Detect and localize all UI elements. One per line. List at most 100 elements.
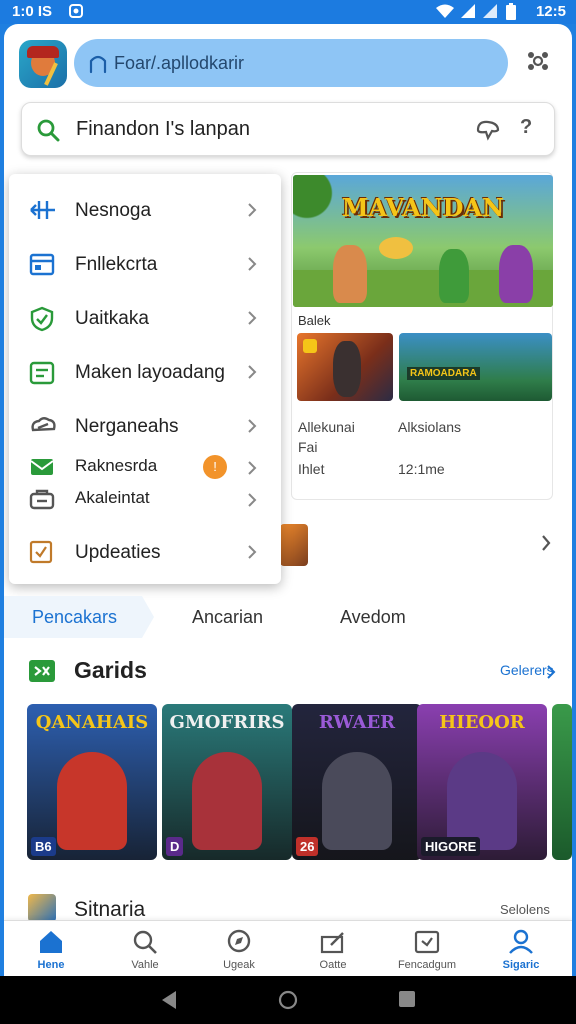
section-icon [28,894,56,922]
status-time-right: 12:5 [535,3,566,20]
home-button-icon[interactable] [278,990,298,1010]
inbox-icon [414,930,440,954]
nav-item-edit[interactable]: Oatte [286,921,380,976]
menu-item-3[interactable]: Maken layoadang [9,350,281,394]
menu-item-0[interactable]: Nesnoga [9,188,281,232]
nav-item-profile[interactable]: Sigaric [474,921,568,976]
game-title: HIEOOR [439,712,525,733]
game-card[interactable]: GMOFRIRS D [162,704,292,860]
home-icon [40,931,62,953]
search-input[interactable]: Finandon I's lanpan [76,118,250,141]
search-icon [37,119,60,142]
logo-hat [27,46,59,58]
search-bar[interactable]: Finandon I's lanpan ? [21,102,555,156]
chevron-right-icon [248,257,257,271]
game-card-partial[interactable] [552,704,572,860]
menu-item-label: Fnllekcrta [75,254,158,275]
section-title: Sitnaria [74,898,146,921]
chevron-right-icon[interactable] [546,664,556,680]
game-badge: B6 [31,837,56,856]
hero-character [333,245,367,303]
calendar-icon [29,253,55,276]
row-thumbnail[interactable] [280,524,308,566]
menu-item-6[interactable]: Akaleintat [9,478,281,522]
menu-item-label: Uaitkaka [75,308,149,329]
chevron-right-icon [248,203,257,217]
gamepad-icon [29,660,55,682]
game-character [322,752,392,850]
section-more-link[interactable]: Selolens [500,902,550,917]
chevron-right-icon [248,365,257,379]
menu-item-label: Nerganeahs [75,416,179,437]
featured-hero-image[interactable]: MAVANDAN [293,175,553,307]
wifi-icon [436,4,454,18]
list-icon [29,361,55,385]
bottom-navigation: Hene Vahle Ugeak Oatte Fencadgum Sigaric [4,920,572,976]
grid-icon [30,201,55,219]
thumbnail-title: RAMOADARA [407,367,480,380]
game-card[interactable]: RWAER 26 [292,704,422,860]
recents-icon[interactable] [398,990,416,1008]
tab-avedom[interactable]: Avedom [340,596,406,638]
status-time-left: 1:0 IS [12,3,53,20]
status-bar: 1:0 IS 12:5 [0,0,576,24]
menu-item-2[interactable]: Uaitkaka [9,296,281,340]
menu-item-7[interactable]: Updeaties [9,530,281,574]
featured-label: Balek [298,313,331,328]
game-badge: D [166,837,184,856]
search-icon [133,930,157,954]
menu-item-4[interactable]: Nerganeahs [9,404,281,448]
section-header: Sitnaria Selolens [4,892,572,922]
featured-thumbnail[interactable] [297,333,393,401]
nav-item-explore[interactable]: Ugeak [192,921,286,976]
game-character [447,752,517,850]
voice-search-icon[interactable] [474,118,502,142]
tab-pencakars[interactable]: Pencakars [4,596,154,638]
header: Foar/.apllodkarir [4,24,572,104]
menu-item-label: Updeaties [75,542,161,563]
bag-icon [29,489,55,510]
menu-item-1[interactable]: Fnllekcrta [9,242,281,286]
cloud-icon [31,417,56,432]
notification-badge: ! [203,455,227,479]
help-icon[interactable]: ? [520,116,532,139]
profile-icon [509,929,533,954]
chevron-right-icon [248,493,257,507]
featured-card[interactable]: MAVANDAN Balek RAMOADARA Allekunai Fai I… [291,172,553,500]
nav-item-search[interactable]: Vahle [98,921,192,976]
nav-item-inbox[interactable]: Fencadgum [380,921,474,976]
meta-time: Ihlet [298,461,325,477]
category-tabs: Pencakars Ancarian Avedom [4,596,572,638]
settings-icon[interactable] [526,49,550,73]
game-badge: HIGORE [421,837,481,856]
game-character [57,752,127,850]
app-window: Foar/.apllodkarir Finandon I's lanpan ? … [4,24,572,976]
tab-ancarian[interactable]: Ancarian [192,596,263,638]
game-character [192,752,262,850]
nav-label: Hene [37,959,65,971]
chevron-right-icon [248,311,257,325]
meta-title: Allekunai [298,419,355,435]
nav-label: Oatte [319,959,347,971]
app-logo[interactable] [19,40,67,88]
explore-icon [227,929,251,953]
featured-hero-title: MAVANDAN [341,193,505,222]
chevron-right-icon[interactable] [540,534,552,552]
menu-item-label: Raknesrda [75,456,158,475]
menu-item-label: Maken layoadang [75,362,225,383]
featured-thumbnail[interactable]: RAMOADARA [399,333,552,401]
address-text: Foar/.apllodkarir [114,53,245,73]
meta-time: 12:1me [398,461,445,477]
address-bar[interactable]: Foar/.apllodkarir [74,39,508,87]
game-card[interactable]: HIEOOR HIGORE [417,704,547,860]
meta-subtitle: Fai [298,439,318,455]
chevron-right-icon [248,419,257,433]
home-outline-icon [89,55,107,74]
game-card[interactable]: QANAHAIS B6 [27,704,157,860]
back-icon[interactable] [160,990,178,1010]
thumbnail-character [333,341,361,397]
menu-item-label: Akaleintat [75,488,150,507]
chevron-right-icon [248,461,257,475]
nav-item-home[interactable]: Hene [4,921,98,976]
system-navigation-bar [0,976,576,1024]
